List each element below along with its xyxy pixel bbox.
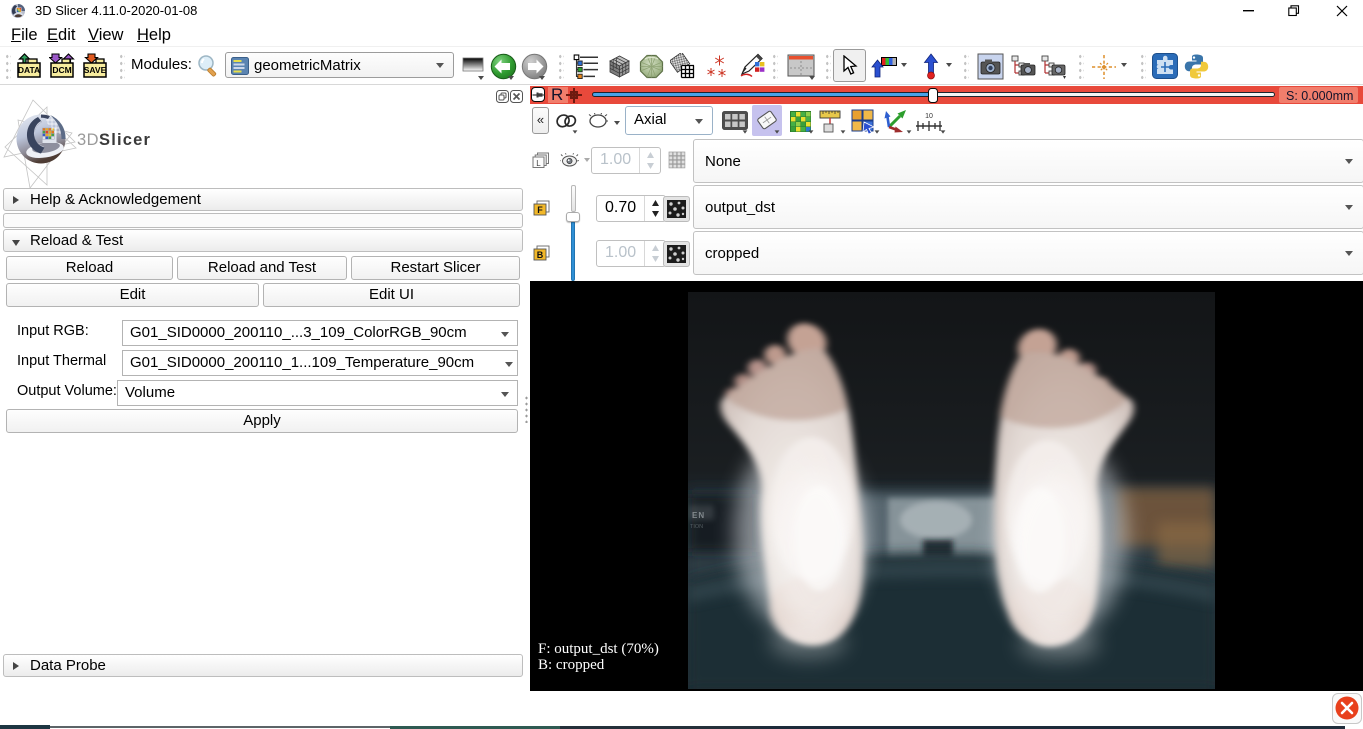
svg-text:3D: 3D bbox=[77, 131, 99, 149]
svg-text:DATA: DATA bbox=[18, 65, 40, 75]
svg-text:EN: EN bbox=[692, 511, 705, 520]
svg-text:10: 10 bbox=[925, 113, 933, 120]
svg-text:DCM: DCM bbox=[52, 65, 71, 75]
svg-text:TION: TION bbox=[690, 524, 703, 530]
svg-text:SAVE: SAVE bbox=[84, 65, 107, 75]
svg-text:Slicer: Slicer bbox=[99, 131, 151, 149]
